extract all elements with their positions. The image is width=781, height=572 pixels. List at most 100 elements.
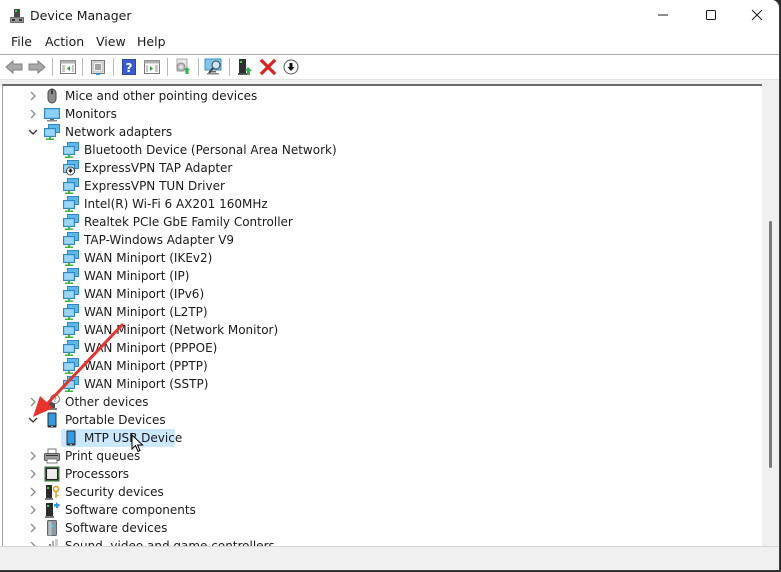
close-button[interactable] bbox=[734, 0, 779, 30]
network-icon bbox=[63, 286, 79, 302]
tree-category[interactable]: ? Other devices bbox=[3, 393, 763, 411]
title-bar[interactable]: Device Manager bbox=[0, 0, 779, 32]
show-hide-action-pane-button[interactable] bbox=[142, 57, 162, 77]
show-hide-console-tree-button[interactable] bbox=[58, 57, 78, 77]
menu-file[interactable]: File bbox=[9, 34, 34, 49]
scan-hardware-button[interactable] bbox=[204, 57, 224, 77]
software-component-icon bbox=[44, 502, 60, 518]
tree-device[interactable]: TAP-Windows Adapter V9 bbox=[3, 231, 763, 249]
chevron-right-icon[interactable] bbox=[27, 486, 39, 498]
tree-device[interactable]: WAN Miniport (IP) bbox=[3, 267, 763, 285]
tree-device[interactable]: WAN Miniport (L2TP) bbox=[3, 303, 763, 321]
add-legacy-hardware-button[interactable] bbox=[235, 57, 255, 77]
chevron-right-icon[interactable] bbox=[27, 468, 39, 480]
chevron-right-icon[interactable] bbox=[27, 522, 39, 534]
tree-item-label: WAN Miniport (IP) bbox=[84, 269, 190, 283]
monitor-icon bbox=[44, 106, 60, 122]
help-button[interactable]: ? bbox=[119, 57, 139, 77]
tree-item-label: ExpressVPN TUN Driver bbox=[84, 179, 225, 193]
tree-item-label: Portable Devices bbox=[65, 413, 166, 427]
chevron-right-icon[interactable] bbox=[27, 450, 39, 462]
svg-text:?: ? bbox=[126, 61, 133, 75]
properties-button[interactable] bbox=[88, 57, 108, 77]
tree-device[interactable]: WAN Miniport (SSTP) bbox=[3, 375, 763, 393]
tree-item-label: Software devices bbox=[65, 521, 168, 535]
tree-category[interactable]: Security devices bbox=[3, 483, 763, 501]
minimize-icon bbox=[658, 14, 668, 16]
tree-device[interactable]: ExpressVPN TUN Driver bbox=[3, 177, 763, 195]
toolbar: ? bbox=[0, 55, 779, 80]
tree-device[interactable]: Intel(R) Wi-Fi 6 AX201 160MHz bbox=[3, 195, 763, 213]
tree-device[interactable]: Bluetooth Device (Personal Area Network) bbox=[3, 141, 763, 159]
device-tree[interactable]: Mice and other pointing devices Monitors N… bbox=[2, 84, 763, 548]
tree-item-label: Processors bbox=[65, 467, 130, 481]
network-disabled-icon bbox=[63, 160, 79, 176]
tree-item-label: WAN Miniport (IPv6) bbox=[84, 287, 205, 301]
update-driver-button[interactable] bbox=[173, 57, 193, 77]
red-x-icon bbox=[260, 59, 276, 75]
network-icon bbox=[63, 268, 79, 284]
status-bar bbox=[0, 546, 779, 570]
printer-icon bbox=[44, 448, 60, 464]
minimize-button[interactable] bbox=[640, 0, 686, 30]
network-icon bbox=[63, 304, 79, 320]
tree-device[interactable]: ExpressVPN TAP Adapter bbox=[3, 159, 763, 177]
chevron-right-icon[interactable] bbox=[27, 108, 39, 120]
chevron-down-icon[interactable] bbox=[27, 414, 39, 426]
maximize-button[interactable] bbox=[688, 0, 734, 30]
tree-category[interactable]: Network adapters bbox=[3, 123, 763, 141]
tree-category[interactable]: Software components bbox=[3, 501, 763, 519]
portable-device-icon bbox=[44, 412, 60, 428]
tree-device[interactable]: WAN Miniport (PPTP) bbox=[3, 357, 763, 375]
tree-device[interactable]: WAN Miniport (IPv6) bbox=[3, 285, 763, 303]
tree-device[interactable]: WAN Miniport (PPPOE) bbox=[3, 339, 763, 357]
tree-category[interactable]: Processors bbox=[3, 465, 763, 483]
menu-action[interactable]: Action bbox=[43, 34, 86, 49]
tree-device[interactable]: WAN Miniport (Network Monitor) bbox=[3, 321, 763, 339]
tree-device[interactable]: Realtek PCIe GbE Family Controller bbox=[3, 213, 763, 231]
tree-category[interactable]: Monitors bbox=[3, 105, 763, 123]
chevron-right-icon[interactable] bbox=[27, 396, 39, 408]
chevron-right-icon[interactable] bbox=[27, 90, 39, 102]
toolbar-separator bbox=[167, 58, 168, 76]
tree-item-label: Software components bbox=[65, 503, 196, 517]
network-icon bbox=[63, 250, 79, 266]
vertical-scrollbar[interactable] bbox=[762, 84, 779, 546]
toolbar-separator bbox=[229, 58, 230, 76]
back-button[interactable] bbox=[4, 57, 24, 77]
down-arrow-circle-icon bbox=[283, 59, 299, 75]
network-icon bbox=[63, 232, 79, 248]
tree-item-label: Monitors bbox=[65, 107, 117, 121]
menu-view[interactable]: View bbox=[94, 34, 128, 49]
scrollbar-thumb[interactable] bbox=[769, 221, 772, 468]
tree-item-label: WAN Miniport (PPTP) bbox=[84, 359, 208, 373]
toolbar-separator bbox=[52, 58, 53, 76]
tree-device[interactable]: WAN Miniport (IKEv2) bbox=[3, 249, 763, 267]
forward-button[interactable] bbox=[27, 57, 47, 77]
tree-item-label: Network adapters bbox=[65, 125, 173, 139]
tree-category[interactable]: Portable Devices bbox=[3, 411, 763, 429]
chevron-right-icon[interactable] bbox=[27, 504, 39, 516]
window-title: Device Manager bbox=[30, 8, 132, 23]
chevron-down-icon[interactable] bbox=[27, 126, 39, 138]
tree-category[interactable]: Print queues bbox=[3, 447, 763, 465]
uninstall-device-button[interactable] bbox=[258, 57, 278, 77]
tree-item-label: Other devices bbox=[65, 395, 149, 409]
tree-item-label: Realtek PCIe GbE Family Controller bbox=[84, 215, 293, 229]
tree-device[interactable]: MTP USB Device bbox=[3, 429, 763, 447]
scan-monitor-icon bbox=[204, 58, 222, 75]
network-icon bbox=[63, 178, 79, 194]
network-icon bbox=[63, 340, 79, 356]
properties-icon bbox=[91, 60, 105, 75]
tree-category[interactable]: Software devices bbox=[3, 519, 763, 537]
tree-category[interactable]: Mice and other pointing devices bbox=[3, 87, 763, 105]
network-icon bbox=[63, 214, 79, 230]
tree-item-label: WAN Miniport (L2TP) bbox=[84, 305, 208, 319]
software-device-icon bbox=[44, 520, 60, 536]
disable-device-button[interactable] bbox=[281, 57, 301, 77]
tree-item-label: TAP-Windows Adapter V9 bbox=[84, 233, 235, 247]
network-icon bbox=[63, 358, 79, 374]
network-icon bbox=[63, 142, 79, 158]
menu-help[interactable]: Help bbox=[135, 34, 168, 49]
network-icon bbox=[63, 322, 79, 338]
